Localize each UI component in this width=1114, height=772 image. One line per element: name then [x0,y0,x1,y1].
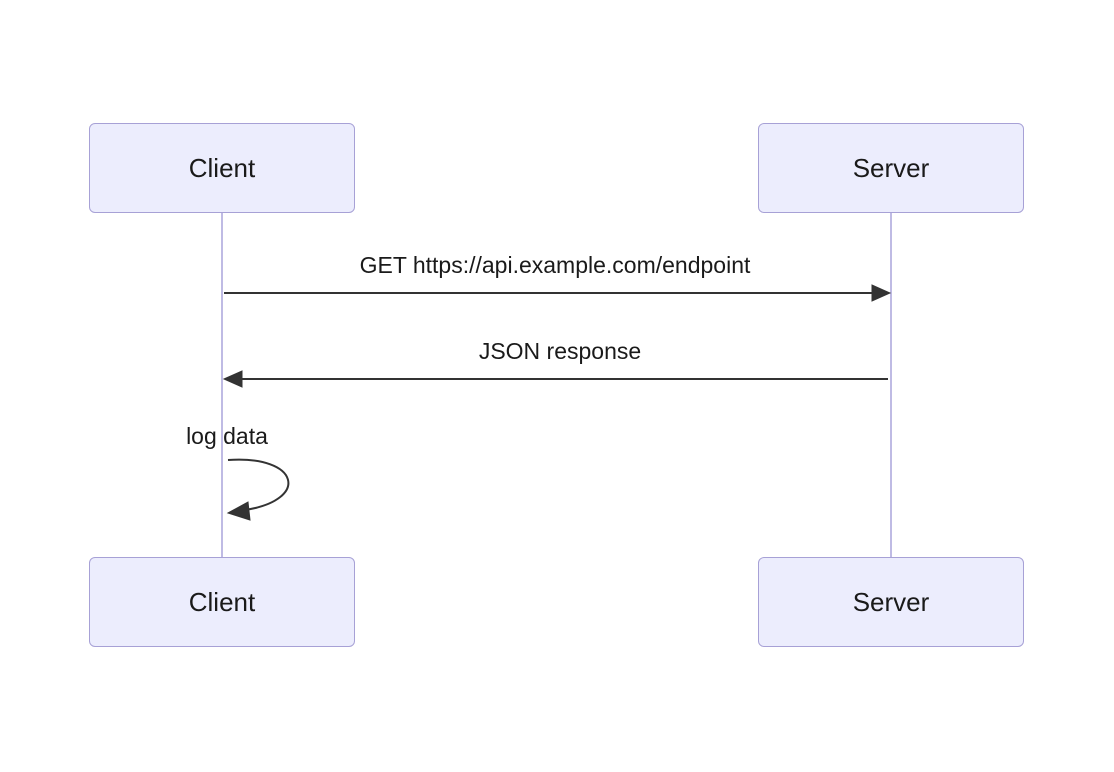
actor-label: Client [189,587,255,618]
lifeline-server [890,213,892,557]
arrow-head-request [872,285,890,301]
arrow-head-response [224,371,242,387]
arrow-head-self [228,502,250,520]
actor-client-bottom: Client [89,557,355,647]
message-label-request: GET https://api.example.com/endpoint [310,252,800,279]
actor-server-bottom: Server [758,557,1024,647]
actor-label: Server [853,153,930,184]
message-label-response: JSON response [445,338,675,365]
arrow-self-loop [228,460,288,510]
actor-client-top: Client [89,123,355,213]
actor-label: Server [853,587,930,618]
actor-label: Client [189,153,255,184]
lifeline-client [221,213,223,557]
arrows-overlay [0,0,1114,772]
message-label-self: log data [177,423,277,450]
actor-server-top: Server [758,123,1024,213]
